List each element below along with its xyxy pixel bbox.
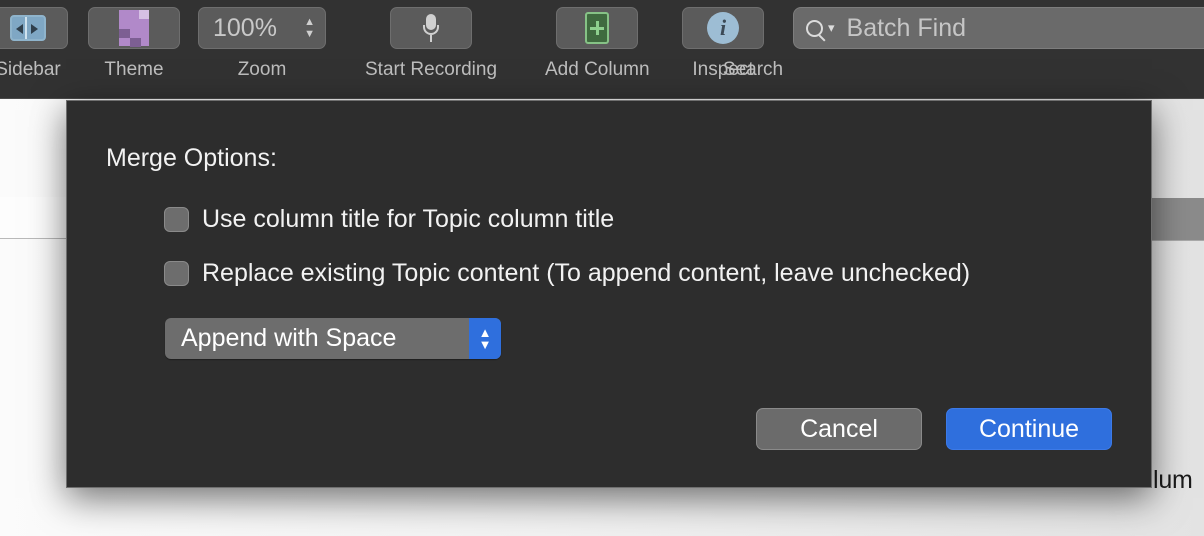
checkbox-label: Replace existing Topic content (To appen… (202, 259, 971, 287)
inspect-button[interactable]: i (682, 7, 764, 49)
toolbar-item-add-column[interactable]: Add Column (545, 7, 650, 81)
checkbox-icon[interactable] (164, 207, 189, 232)
sidebar-toggle-icon (10, 15, 46, 41)
partial-column-text: lum (1153, 466, 1193, 494)
table-header-strip (1152, 198, 1204, 241)
chevron-up-down-icon[interactable]: ▲ ▼ (469, 318, 501, 359)
cancel-button[interactable]: Cancel (756, 408, 922, 450)
theme-document-icon (119, 10, 149, 48)
checkbox-icon[interactable] (164, 261, 189, 286)
stepper-icon[interactable]: ▲ ▼ (304, 17, 315, 40)
table-row-partial-left (0, 197, 66, 239)
dialog-title: Merge Options: (106, 144, 277, 172)
toolbar-label-add-column: Add Column (545, 59, 650, 80)
toolbar-label-zoom: Zoom (237, 59, 287, 80)
add-column-icon (585, 12, 610, 44)
merge-mode-selected-value: Append with Space (181, 324, 397, 352)
toolbar-label-search: Search (722, 59, 784, 80)
start-recording-button[interactable] (390, 7, 472, 49)
info-icon: i (707, 12, 739, 44)
toolbar-item-sidebar[interactable]: Sidebar (0, 7, 68, 81)
theme-button[interactable] (88, 7, 180, 49)
checkbox-replace-topic-content[interactable]: Replace existing Topic content (To appen… (164, 259, 970, 288)
toolbar-label-sidebar: Sidebar (0, 59, 61, 80)
toolbar-item-search[interactable]: ▾ Batch Find Search (723, 7, 1204, 81)
toolbar-item-start-recording[interactable]: Start Recording (365, 7, 497, 81)
zoom-stepper[interactable]: 100% ▲ ▼ (198, 7, 326, 49)
sidebar-toggle-button[interactable] (0, 7, 68, 49)
checkbox-use-column-title[interactable]: Use column title for Topic column title (164, 205, 614, 234)
search-icon[interactable]: ▾ (806, 19, 835, 37)
toolbar-item-theme[interactable]: Theme (88, 7, 180, 81)
merge-options-dialog: Merge Options: Use column title for Topi… (66, 100, 1152, 488)
merge-mode-select[interactable]: Append with Space ▲ ▼ (165, 318, 501, 359)
search-input[interactable]: ▾ Batch Find (793, 7, 1204, 49)
toolbar-label-start-recording: Start Recording (365, 59, 498, 80)
microphone-icon (423, 14, 439, 42)
zoom-value: 100% (213, 13, 277, 42)
search-placeholder: Batch Find (846, 13, 967, 42)
toolbar-label-theme: Theme (104, 59, 164, 80)
checkbox-label: Use column title for Topic column title (202, 205, 615, 233)
continue-button[interactable]: Continue (946, 408, 1112, 450)
toolbar: Sidebar Theme 100% ▲ ▼ Zoom Start Recordi… (0, 0, 1204, 99)
toolbar-item-zoom[interactable]: 100% ▲ ▼ Zoom (198, 7, 326, 81)
add-column-button[interactable] (556, 7, 639, 49)
